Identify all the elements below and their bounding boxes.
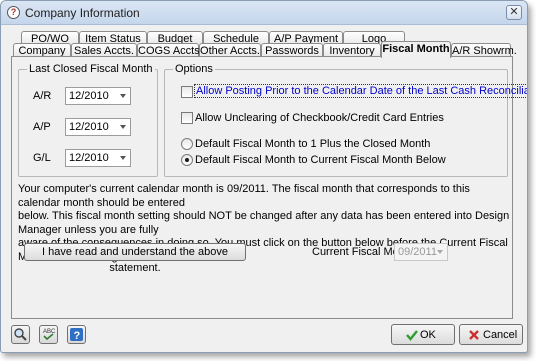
current-fiscal-month-value: 09/2011 xyxy=(398,246,437,258)
ok-button[interactable]: OK xyxy=(391,324,455,345)
help-icon: ? xyxy=(70,328,83,342)
allow-posting-prior-label[interactable]: Allow Posting Prior to the Calendar Date… xyxy=(194,84,527,98)
default-plus-one-radio[interactable] xyxy=(181,138,193,150)
app-icon: ? xyxy=(7,6,20,19)
last-closed-fiscal-month-group: Last Closed Fiscal Month A/R 12/2010 A/P… xyxy=(18,63,158,177)
svg-text:ABC: ABC xyxy=(43,329,56,335)
spellcheck-icon: ABC xyxy=(43,329,56,341)
checkmark-icon xyxy=(406,330,418,341)
close-icon xyxy=(469,330,479,340)
allow-posting-prior-checkbox[interactable] xyxy=(181,86,193,98)
allow-unclearing-checkbox[interactable] xyxy=(181,112,193,124)
cancel-label: Cancel xyxy=(483,329,518,341)
options-group: Options Allow Posting Prior to the Calen… xyxy=(164,63,527,177)
search-button[interactable] xyxy=(11,325,30,344)
default-current-radio[interactable] xyxy=(181,154,193,166)
notice-line-2: below. This fiscal month setting should … xyxy=(18,210,510,236)
ap-closed-month-select[interactable]: 12/2010 xyxy=(65,118,131,136)
last-closed-group-label: Last Closed Fiscal Month xyxy=(27,63,155,75)
gl-closed-month-value: 12/2010 xyxy=(69,152,109,164)
ok-label: OK xyxy=(420,329,436,341)
ar-label: A/R xyxy=(33,90,52,102)
title-bar: ? Company Information ✕ xyxy=(1,1,527,25)
gl-closed-month-select[interactable]: 12/2010 xyxy=(65,149,131,167)
default-current-label[interactable]: Default Fiscal Month to Current Fiscal M… xyxy=(195,154,446,166)
allow-unclearing-label[interactable]: Allow Unclearing of Checkbook/Credit Car… xyxy=(195,112,444,124)
svg-text:?: ? xyxy=(74,330,81,342)
help-button[interactable]: ? xyxy=(67,325,86,344)
company-information-window: ? Company Information ✕ PO/WO Item Statu… xyxy=(0,0,528,353)
chevron-down-icon xyxy=(437,250,443,254)
notice-line-1: Your computer's current calendar month i… xyxy=(18,183,470,209)
ap-closed-month-value: 12/2010 xyxy=(69,121,109,133)
gl-label: G/L xyxy=(33,152,51,164)
ar-closed-month-select[interactable]: 12/2010 xyxy=(65,87,131,105)
window-title: Company Information xyxy=(25,6,140,20)
chevron-down-icon xyxy=(120,94,126,98)
fiscal-month-panel: Last Closed Fiscal Month A/R 12/2010 A/P… xyxy=(11,56,527,319)
current-fiscal-month-select[interactable]: 09/2011 xyxy=(394,243,448,261)
ar-closed-month-value: 12/2010 xyxy=(69,90,109,102)
options-group-label: Options xyxy=(173,63,215,75)
cancel-button[interactable]: Cancel xyxy=(459,324,523,345)
tab-fiscal-month[interactable]: Fiscal Month xyxy=(381,41,451,58)
ap-label: A/P xyxy=(33,121,51,133)
chevron-down-icon xyxy=(120,156,126,160)
acknowledge-button[interactable]: I have read and understand the above sta… xyxy=(24,243,246,274)
search-icon xyxy=(14,328,27,341)
chevron-down-icon xyxy=(120,125,126,129)
default-plus-one-label[interactable]: Default Fiscal Month to 1 Plus the Close… xyxy=(195,138,430,150)
spellcheck-button[interactable]: ABC xyxy=(39,325,58,344)
close-button[interactable]: ✕ xyxy=(506,5,522,20)
